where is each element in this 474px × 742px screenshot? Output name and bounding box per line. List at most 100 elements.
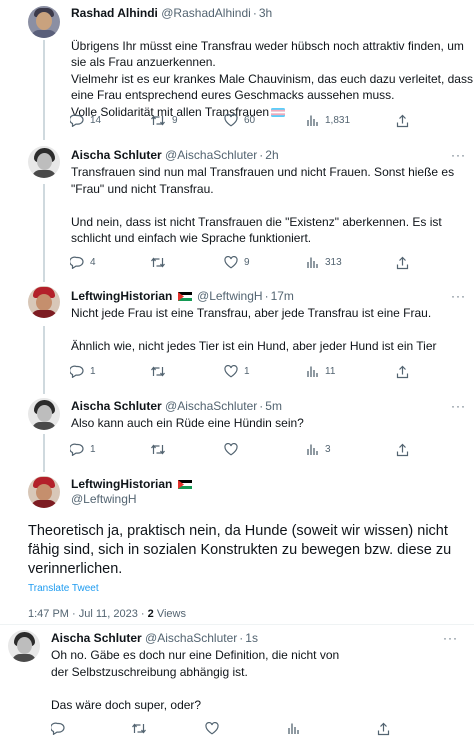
share-icon [377, 722, 390, 736]
retweet-button[interactable] [150, 365, 172, 378]
avatar[interactable] [28, 6, 60, 38]
reply-button[interactable]: 1 [70, 365, 96, 378]
tweet-text: Transfrauen sind nun mal Transfrauen und… [71, 165, 455, 245]
tweet[interactable]: LeftwingHistorian @LeftwingH · 17m ··· Nic… [0, 282, 474, 392]
views-icon [307, 366, 318, 377]
share-icon [396, 365, 409, 379]
views-button[interactable]: 1,831 [306, 114, 350, 127]
retweet-icon [132, 723, 146, 734]
like-count: 9 [244, 257, 250, 268]
share-button[interactable] [396, 443, 415, 457]
author-name[interactable]: Aischa Schluter [71, 148, 162, 162]
separator: · [239, 631, 244, 645]
avatar[interactable] [28, 398, 60, 430]
author-handle[interactable]: @AischaSchluter [145, 631, 237, 645]
timestamp[interactable]: 5m [265, 399, 282, 413]
heart-icon [224, 443, 238, 456]
share-button[interactable] [377, 722, 396, 736]
reply-icon [70, 365, 84, 378]
timestamp[interactable]: 1s [245, 631, 258, 645]
views-button[interactable]: 313 [306, 256, 342, 269]
reply-icon [70, 114, 84, 127]
reply-button[interactable]: 14 [70, 114, 101, 127]
author-name[interactable]: Rashad Alhindi [71, 6, 158, 20]
like-count: 1 [244, 366, 250, 377]
reply-button[interactable]: 1 [70, 443, 96, 456]
avatar[interactable] [28, 146, 60, 178]
share-icon [396, 114, 409, 128]
views-count: 1,831 [325, 115, 351, 126]
more-icon[interactable]: ··· [451, 148, 466, 162]
timestamp[interactable]: 2h [265, 148, 278, 162]
retweet-icon [151, 444, 165, 455]
reply-icon [51, 722, 65, 735]
tweet[interactable]: Aischa Schluter @AischaSchluter · 5m ··· A… [0, 392, 474, 472]
tweet[interactable]: Rashad Alhindi @RashadAlhindi·3h ··· Übr… [0, 0, 474, 136]
avatar[interactable] [28, 476, 60, 508]
retweet-button[interactable] [150, 256, 172, 269]
author-name[interactable]: Aischa Schluter [71, 399, 162, 413]
reply-count: 1 [90, 366, 96, 377]
share-button[interactable] [396, 365, 415, 379]
separator: · [259, 148, 264, 162]
separator: · [252, 6, 257, 20]
like-button[interactable] [224, 443, 244, 456]
like-button[interactable]: 1 [224, 365, 250, 378]
more-icon[interactable]: ··· [443, 631, 458, 645]
like-button[interactable]: 60 [224, 114, 255, 127]
tweet[interactable]: Aischa Schluter @AischaSchluter · 2h ··· T… [0, 140, 474, 280]
reply-button[interactable] [51, 722, 71, 735]
tweet-timestamp[interactable]: 1:47 PM · Jul 11, 2023 · [28, 608, 145, 620]
more-icon[interactable]: ··· [451, 399, 466, 413]
avatar[interactable] [28, 286, 60, 318]
palestine-flag-icon [177, 480, 192, 489]
tweet-text: Nicht jede Frau ist eine Transfrau, aber… [71, 306, 437, 353]
views-button[interactable]: 11 [306, 365, 335, 378]
author-handle[interactable]: @LeftwingH [71, 492, 137, 507]
author-handle[interactable]: @RashadAlhindi [161, 6, 251, 20]
like-button[interactable] [205, 722, 225, 735]
views-icon [307, 257, 318, 268]
heart-icon [224, 114, 238, 127]
author-name[interactable]: LeftwingHistorian [71, 289, 172, 303]
share-icon [396, 443, 409, 457]
reply-count: 1 [90, 444, 96, 455]
views-button[interactable]: 3 [306, 443, 331, 456]
reply-icon [70, 256, 84, 269]
timestamp[interactable]: 17m [271, 289, 294, 303]
tweet-text: Oh no. Gäbe es doch nur eine Definition,… [51, 648, 340, 712]
retweet-button[interactable]: 9 [150, 114, 178, 127]
like-button[interactable]: 9 [224, 256, 250, 269]
palestine-flag-icon [177, 292, 192, 301]
share-icon [396, 256, 409, 270]
share-button[interactable] [396, 114, 415, 128]
views-count: 3 [325, 444, 331, 455]
heart-icon [205, 722, 219, 735]
author-name[interactable]: LeftwingHistorian [71, 477, 172, 491]
like-count: 60 [244, 115, 256, 126]
retweet-button[interactable] [150, 443, 172, 456]
views-count: 313 [325, 257, 342, 268]
retweet-button[interactable] [131, 722, 153, 735]
tweet-text: Übrigens Ihr müsst eine Transfrau weder … [71, 21, 474, 120]
timestamp[interactable]: 3h [259, 6, 272, 20]
author-handle[interactable]: @AischaSchluter [165, 148, 257, 162]
separator: · [259, 399, 264, 413]
reply-button[interactable]: 4 [70, 256, 96, 269]
views-label: Views [156, 608, 186, 620]
avatar[interactable] [8, 630, 40, 662]
tweet-text-content: Übrigens Ihr müsst eine Transfrau weder … [71, 38, 473, 119]
translate-link[interactable]: Translate Tweet [28, 583, 99, 594]
share-button[interactable] [396, 256, 415, 270]
retweet-icon [151, 366, 165, 377]
views-icon [288, 723, 299, 734]
author-handle[interactable]: @LeftwingH [197, 289, 263, 303]
author-handle[interactable]: @AischaSchluter [165, 399, 257, 413]
author-name[interactable]: Aischa Schluter [51, 631, 142, 645]
more-icon[interactable]: ··· [451, 289, 466, 303]
reply-count: 14 [90, 115, 102, 126]
views-count: 2 [147, 608, 154, 620]
tweet-text: Also kann auch ein Rüde eine Hündin sein… [71, 416, 304, 430]
views-button[interactable] [287, 722, 306, 735]
reply-tweet[interactable]: Aischa Schluter @AischaSchluter · 1s ··· O… [0, 626, 474, 742]
